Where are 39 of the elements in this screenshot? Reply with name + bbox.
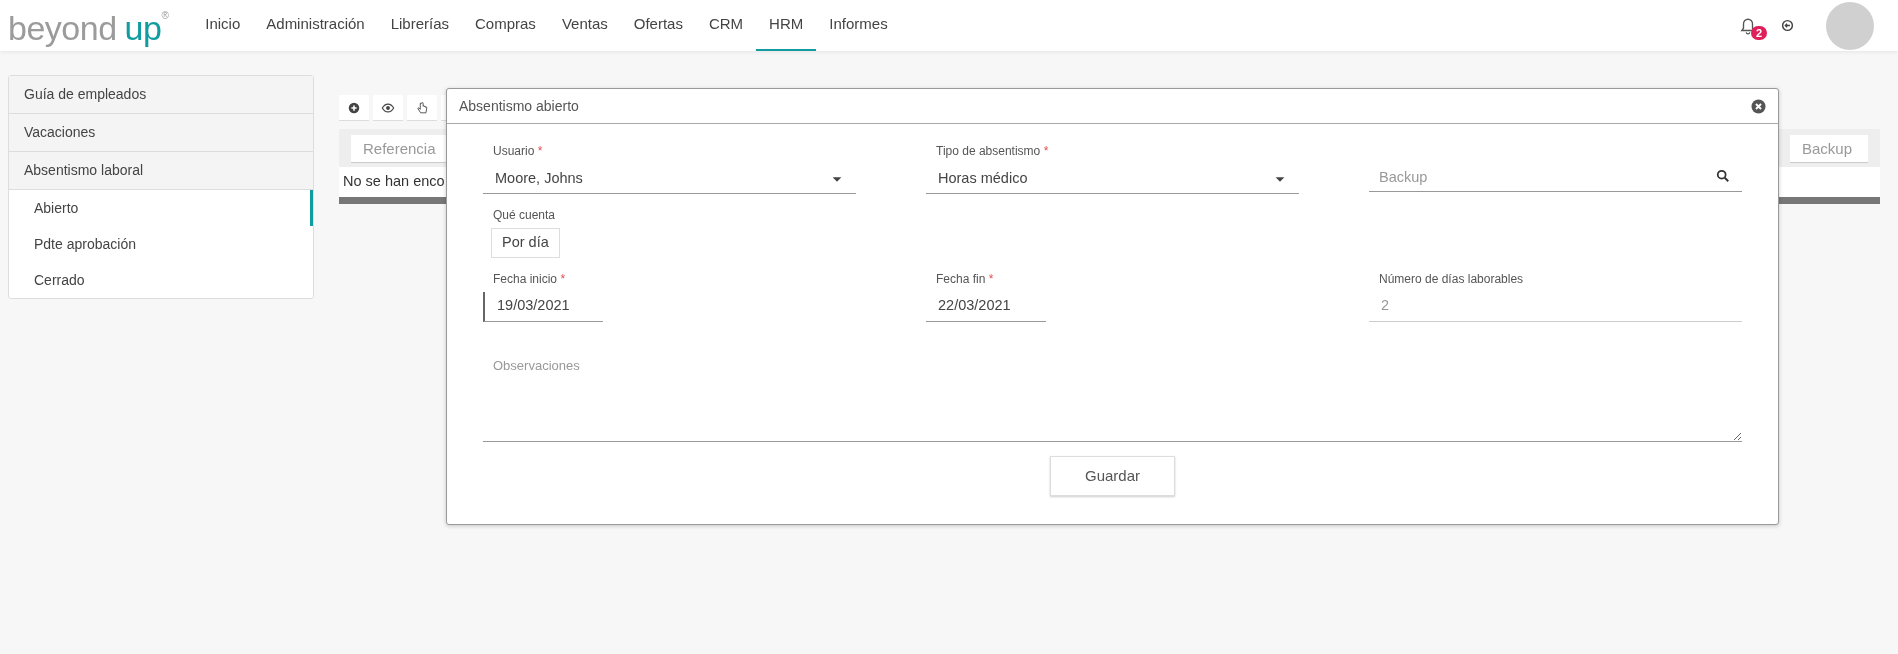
- nav-tab[interactable]: Ofertas: [620, 0, 696, 51]
- notification-count: 2: [1750, 26, 1767, 40]
- toggle-button[interactable]: Por día: [491, 228, 560, 258]
- nav-tab[interactable]: Ventas: [548, 0, 621, 51]
- field-label: Número de días laborables: [1379, 270, 1525, 288]
- nav-tab[interactable]: Inicio: [192, 0, 254, 51]
- sidebar-item[interactable]: Absentismo laboral: [9, 152, 313, 190]
- filter-field[interactable]: Backup: [1790, 135, 1868, 163]
- trademark-sign: ®: [161, 11, 169, 21]
- eye-icon: [381, 100, 395, 115]
- date-field[interactable]: 19/03/2021: [483, 291, 603, 322]
- toolbar-button[interactable]: [373, 95, 403, 121]
- nav-tab[interactable]: HRM: [756, 0, 817, 51]
- close-icon[interactable]: [1751, 98, 1766, 114]
- field-label: Usuario *: [493, 143, 544, 160]
- field-label: Qué cuenta: [493, 207, 557, 224]
- empty-message: No se han enco: [343, 172, 445, 192]
- toolbar-button[interactable]: [339, 95, 369, 121]
- hand-icon: [415, 100, 429, 115]
- dropdown-field[interactable]: Horas médico: [926, 164, 1299, 194]
- sidebar-item[interactable]: Guía de empleados: [9, 76, 313, 114]
- sidebar-item[interactable]: Vacaciones: [9, 114, 313, 152]
- field-label: Fecha fin *: [936, 270, 995, 288]
- number-field: 2: [1369, 291, 1742, 322]
- field-label: Tipo de absentismo *: [936, 143, 1050, 160]
- nav-tab[interactable]: CRM: [695, 0, 757, 51]
- nav-tab[interactable]: Compras: [462, 0, 549, 51]
- search-field[interactable]: Backup: [1369, 162, 1742, 192]
- search-icon[interactable]: [1716, 169, 1730, 183]
- dropdown-field[interactable]: Moore, Johns: [483, 164, 856, 194]
- nav-tab[interactable]: Administración: [253, 0, 378, 51]
- logout-icon[interactable]: [1781, 19, 1794, 32]
- save-button[interactable]: Guardar: [1050, 455, 1175, 496]
- nav-tab[interactable]: Informes: [816, 0, 901, 51]
- nav-tab[interactable]: Librerías: [377, 0, 462, 51]
- field-label: Fecha inicio *: [493, 270, 567, 288]
- date-field[interactable]: 22/03/2021: [926, 291, 1046, 322]
- add-icon: [347, 100, 361, 115]
- modal-title: Absentismo abierto: [459, 96, 579, 116]
